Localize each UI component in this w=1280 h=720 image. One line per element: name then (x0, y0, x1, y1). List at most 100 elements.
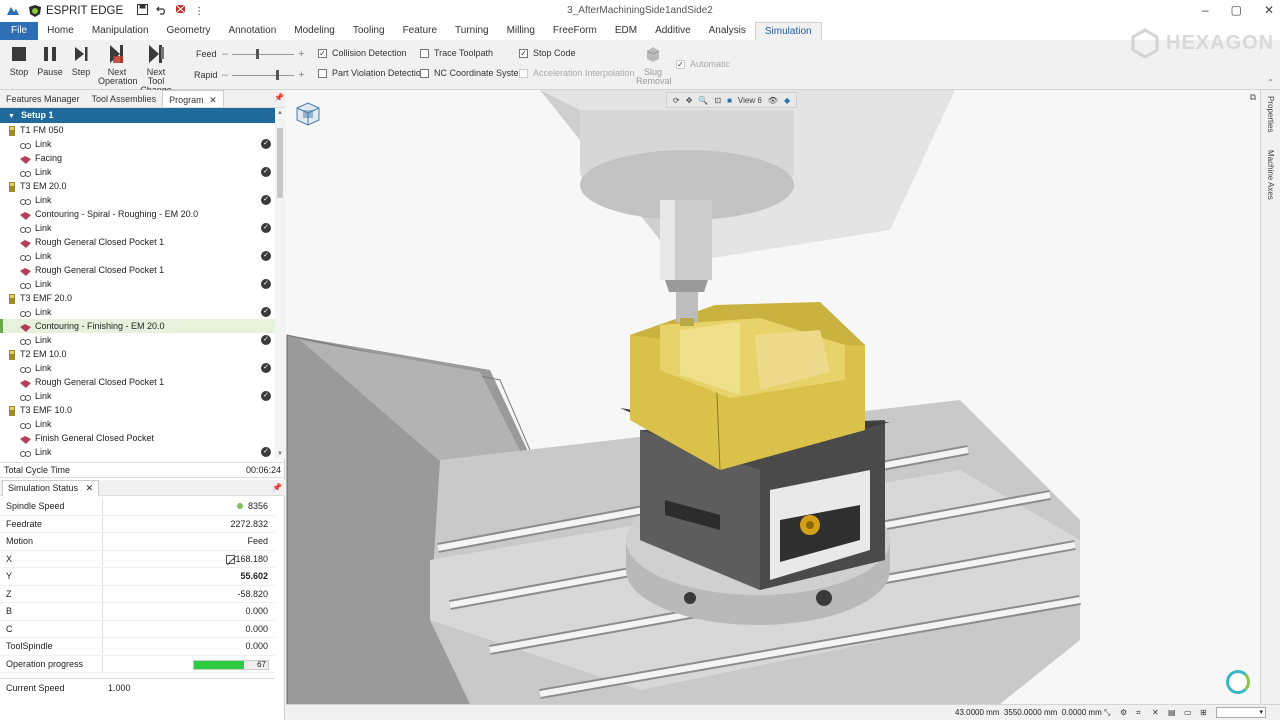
tree-item[interactable]: T3 EMF 10.0 (0, 403, 275, 417)
sim-panel-pin-icon[interactable]: 📌 (272, 483, 282, 492)
tree-scrollbar[interactable]: ▲ ▼ (275, 108, 285, 459)
tab-home[interactable]: Home (38, 22, 83, 40)
layer-icon[interactable]: ▤ (1168, 705, 1176, 720)
tab-program[interactable]: Program ✕ (162, 90, 224, 107)
tree-item[interactable]: Contouring - Spiral - Roughing - EM 20.0 (0, 207, 275, 221)
close-sim-tab-icon[interactable]: ✕ (86, 483, 94, 493)
tree-item[interactable]: Link (0, 417, 275, 431)
display-mode-icon[interactable]: ◆ (784, 96, 790, 105)
tree-item[interactable]: Link ✓ (0, 221, 275, 235)
quick-access-menu-icon[interactable]: ⋮ (194, 6, 204, 17)
rapid-slider[interactable]: Rapid – + (194, 69, 305, 81)
tree-item[interactable]: Facing (0, 151, 275, 165)
tree-scroll-up-icon[interactable]: ▲ (277, 110, 283, 116)
tab-freeform[interactable]: FreeForm (544, 22, 606, 40)
3d-viewport[interactable]: ⟳ ✥ 🔍 ⊡ ■ View 6 👁 ◆ ⧉ (286, 90, 1260, 704)
selection-filter-icon[interactable]: ⤡ (1104, 705, 1110, 720)
collision-detection-checkbox[interactable]: ✓ Collision Detection (318, 48, 407, 58)
tree-item[interactable]: Rough General Closed Pocket 1 (0, 375, 275, 389)
tree-item[interactable]: Link ✓ (0, 277, 275, 291)
view-selector[interactable]: View 6 (738, 96, 762, 105)
tab-modeling[interactable]: Modeling (285, 22, 344, 40)
tree-item[interactable]: Contouring - Finishing - EM 20.0 (0, 319, 275, 333)
tab-manipulation[interactable]: Manipulation (83, 22, 158, 40)
feed-slider-thumb[interactable] (256, 48, 260, 59)
tab-feature[interactable]: Feature (394, 22, 446, 40)
minimize-icon[interactable]: – (1202, 3, 1209, 17)
tab-tooling[interactable]: Tooling (344, 22, 394, 40)
machine-axes-tab[interactable]: Machine Axes (1266, 150, 1275, 200)
tab-simulation-status[interactable]: Simulation Status ✕ (2, 480, 100, 496)
pan-icon[interactable]: ✥ (686, 96, 693, 105)
tree-item[interactable]: Link ✓ (0, 249, 275, 263)
tab-annotation[interactable]: Annotation (219, 22, 285, 40)
line-style-dropdown[interactable]: ▾ (1216, 707, 1266, 718)
feed-slider[interactable]: Feed – + (196, 48, 305, 60)
tab-geometry[interactable]: Geometry (158, 22, 220, 40)
view-cube-small-icon[interactable]: ■ (727, 96, 732, 105)
visibility-icon[interactable]: 👁 (768, 96, 778, 105)
tree-item[interactable]: T3 EM 20.0 (0, 179, 275, 193)
rapid-slider-thumb[interactable] (276, 69, 280, 80)
current-speed-value[interactable]: 1.000 (108, 679, 131, 697)
tree-item[interactable]: Link ✓ (0, 165, 275, 179)
maximize-icon[interactable]: ▢ (1231, 3, 1242, 17)
panel-pin-icon[interactable]: 📌 (274, 93, 284, 102)
tree-item[interactable]: Link ✓ (0, 305, 275, 319)
collapse-ribbon-icon[interactable]: ⌃ (1267, 78, 1274, 87)
units-icon[interactable]: ⊞ (1200, 705, 1207, 720)
rotate-icon[interactable]: ⟳ (673, 96, 680, 105)
tab-tool-assemblies[interactable]: Tool Assemblies (86, 90, 163, 107)
next-operation-button[interactable]: Next Operation (98, 45, 138, 86)
trace-toolpath-checkbox[interactable]: Trace Toolpath (420, 48, 493, 58)
properties-tab[interactable]: Properties (1266, 96, 1275, 132)
next-tool-change-button[interactable]: Next Tool Change (138, 45, 174, 95)
tree-item[interactable]: Link ✓ (0, 333, 275, 347)
slug-removal-button[interactable]: Slug Removal (636, 45, 672, 86)
tree-item[interactable]: T1 FM 050 (0, 123, 275, 137)
feed-decrease-icon[interactable]: – (222, 48, 228, 60)
rapid-decrease-icon[interactable]: – (222, 69, 228, 81)
tree-item[interactable]: Link ✓ (0, 361, 275, 375)
tab-milling[interactable]: Milling (498, 22, 544, 40)
acceleration-interpolation-checkbox[interactable]: Acceleration Interpolation (519, 68, 635, 78)
tree-item[interactable]: T3 EMF 20.0 (0, 291, 275, 305)
tree-item[interactable]: T2 EM 10.0 (0, 347, 275, 361)
feed-increase-icon[interactable]: + (298, 48, 304, 60)
tree-item[interactable]: Rough General Closed Pocket 1 (0, 263, 275, 277)
tree-item[interactable]: Link ✓ (0, 389, 275, 403)
stop-code-checkbox[interactable]: ✓ Stop Code (519, 48, 576, 58)
tree-item[interactable]: Link ✓ (0, 137, 275, 151)
stop-button[interactable]: Stop (6, 45, 32, 77)
part-violation-checkbox[interactable]: Part Violation Detection (318, 68, 426, 78)
tab-features-manager[interactable]: Features Manager (0, 90, 86, 107)
rapid-increase-icon[interactable]: + (298, 69, 304, 81)
viewport-maximize-icon[interactable]: ⧉ (1250, 92, 1256, 103)
tab-additive[interactable]: Additive (646, 22, 700, 40)
close-program-tab-icon[interactable]: ✕ (207, 95, 217, 105)
tree-item[interactable]: Link ✓ (0, 193, 275, 207)
zoom-icon[interactable]: 🔍 (698, 96, 708, 105)
tree-item[interactable]: Rough General Closed Pocket 1 (0, 235, 275, 249)
tab-file[interactable]: File (0, 22, 39, 40)
collapse-setup-icon[interactable]: ▼ (8, 113, 15, 120)
view-cube[interactable] (294, 100, 322, 128)
axis-icon[interactable]: ✕ (1152, 705, 1159, 720)
zoom-window-icon[interactable]: ⊡ (714, 96, 721, 105)
automatic-checkbox[interactable]: ✓ Automatic (676, 59, 730, 69)
setup-header[interactable]: ▼ Setup 1 (0, 108, 275, 123)
tab-simulation[interactable]: Simulation (754, 22, 822, 40)
tab-turning[interactable]: Turning (446, 22, 498, 40)
tree-scroll-down-icon[interactable]: ▼ (277, 451, 283, 457)
tab-edm[interactable]: EDM (606, 22, 646, 40)
step-button[interactable]: Step (68, 45, 94, 77)
nc-coordinate-system-checkbox[interactable]: NC Coordinate System (420, 68, 526, 78)
workplane-icon[interactable]: ▭ (1184, 705, 1192, 720)
undo-icon[interactable] (156, 4, 167, 18)
tree-item[interactable]: Finish General Closed Pocket (0, 431, 275, 445)
close-icon[interactable]: ✕ (1264, 3, 1274, 17)
tree-item[interactable]: Link ✓ (0, 445, 275, 459)
flag-icon[interactable] (175, 4, 186, 18)
grid-icon[interactable]: ⌗ (1136, 705, 1141, 720)
snap-icon[interactable]: ⚙ (1120, 705, 1127, 720)
